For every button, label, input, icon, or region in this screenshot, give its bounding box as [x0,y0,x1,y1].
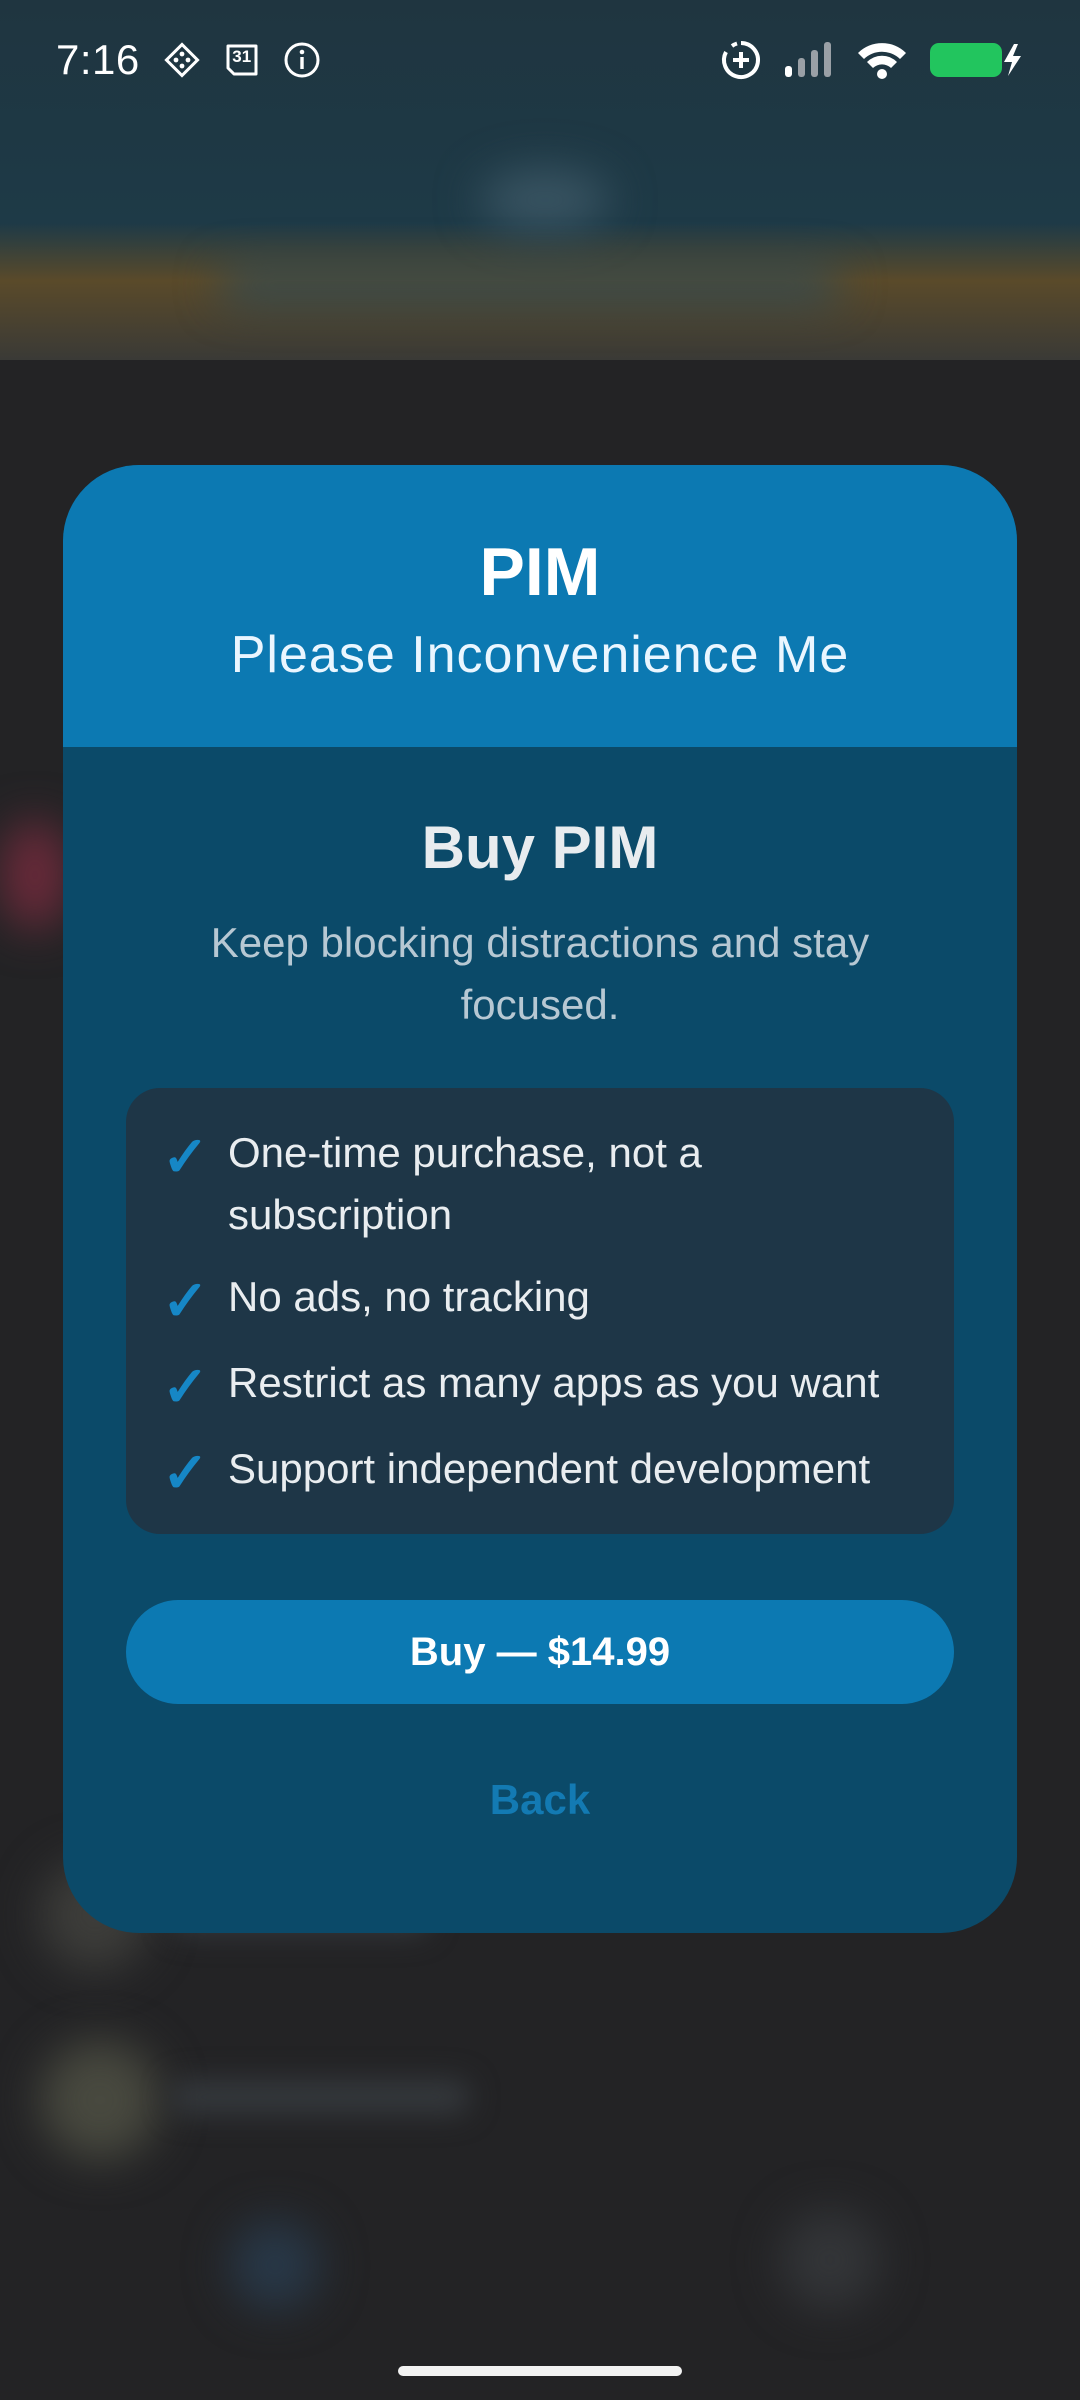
feature-text: No ads, no tracking [228,1273,590,1320]
dialog-subtitle: Keep blocking distractions and stay focu… [210,919,870,1028]
background-blur [40,2040,160,2160]
checkmark-icon: ✓ [162,1125,209,1188]
background-blur [170,2080,470,2114]
background-blur [220,270,840,300]
feature-text: Support independent development [228,1445,871,1492]
calendar-day: 31 [232,47,252,66]
feature-item: ✓ Restrict as many apps as you want [162,1352,924,1418]
app-name: PIM [479,534,601,610]
buy-button[interactable]: Buy — $14.99 [126,1600,954,1704]
grid-diamond-icon [162,40,202,80]
feature-text: One-time purchase, not a subscription [228,1129,702,1238]
wifi-icon [856,40,908,80]
dialog-title: Buy PIM [421,814,659,881]
purchase-dialog: PIM Please Inconvenience Me Buy PIM Keep… [63,465,1017,1933]
checkmark-icon: ✓ [162,1355,209,1418]
app-tagline: Please Inconvenience Me [230,626,850,684]
data-saver-icon [720,39,762,81]
back-button[interactable]: Back [490,1776,590,1824]
feature-text: Restrict as many apps as you want [228,1359,880,1406]
signal-icon [782,40,836,80]
calendar-icon: 31 [222,40,262,80]
checkmark-icon: ✓ [162,1441,209,1504]
background-blur [780,2210,880,2310]
feature-list: ✓ One-time purchase, not a subscription … [126,1088,954,1534]
status-bar: 7:16 31 [0,0,1080,120]
background-blur [230,2220,320,2310]
gesture-nav-handle[interactable] [398,2366,682,2376]
checkmark-icon: ✓ [162,1269,209,1332]
battery-charging-icon [928,40,1024,80]
dialog-body: Buy PIM Keep blocking distractions and s… [63,747,1017,1824]
feature-item: ✓ Support independent development [162,1438,924,1504]
background-blur [480,170,610,230]
status-time: 7:16 [56,36,140,83]
background-blur [0,820,70,930]
feature-item: ✓ No ads, no tracking [162,1266,924,1332]
info-icon [282,40,322,80]
feature-item: ✓ One-time purchase, not a subscription [162,1122,924,1246]
dialog-header: PIM Please Inconvenience Me [63,465,1017,747]
